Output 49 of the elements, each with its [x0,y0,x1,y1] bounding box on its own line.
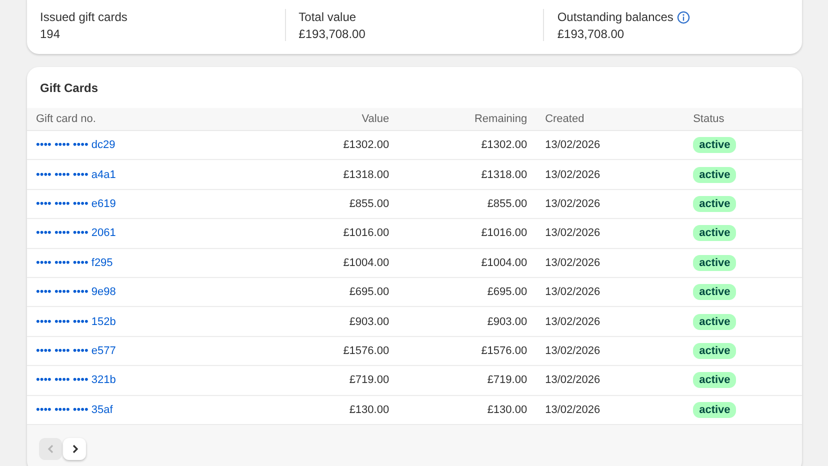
table-cell: £1004.00 [398,248,536,278]
gift-card-link[interactable]: •••• •••• •••• e619 [36,198,116,210]
table-cell: 13/02/2026 [536,218,684,248]
table-cell: £1016.00 [398,218,536,248]
table-cell: £903.00 [398,306,536,336]
stat-value: £193,708.00 [557,27,626,41]
gift-card-link[interactable]: •••• •••• •••• dc29 [36,139,116,152]
table-cell: 13/02/2026 [536,248,684,278]
next-page-button[interactable] [63,438,86,460]
status-badge: active [693,166,736,183]
column-header: Gift card no. [27,108,275,130]
info-icon[interactable] [677,10,690,24]
status-badge: active [693,196,736,212]
gift-card-link[interactable]: •••• •••• •••• 152b [36,316,116,328]
card-title: Gift Cards [27,67,802,108]
status-badge: active [693,254,736,271]
gift-card-link[interactable]: •••• •••• •••• 9e98 [36,286,116,298]
column-header: Status [684,108,802,130]
table-cell: 13/02/2026 [536,366,684,396]
status-badge: active [693,342,736,359]
table-cell: £719.00 [398,366,536,396]
stat-value: £193,708.00 [298,27,366,41]
status-badge: active [693,372,736,388]
gift-card-link[interactable]: •••• •••• •••• a4a1 [36,168,116,181]
stat-value: 194 [40,27,62,41]
table-cell: £719.00 [275,366,398,396]
gift-card-link[interactable]: •••• •••• •••• 35af [36,404,113,416]
table-cell: £1016.00 [275,218,398,248]
status-badge: active [693,284,736,300]
stat-label: Outstanding balances [557,10,674,24]
table-cell: £1004.00 [275,248,398,278]
table-cell: £130.00 [275,395,398,424]
table-cell: 13/02/2026 [536,395,684,424]
gift-card-link[interactable]: •••• •••• •••• e577 [36,344,116,357]
status-badge: active [693,137,736,154]
table-cell: £130.00 [398,395,536,424]
table-cell: 13/02/2026 [536,160,684,190]
table-cell: £1318.00 [275,160,398,190]
table-cell: £903.00 [275,306,398,336]
gift-card-link[interactable]: •••• •••• •••• 321b [36,374,116,386]
stat-label: Issued gift cards [40,10,128,24]
status-badge: active [693,225,736,242]
status-badge: active [693,402,736,418]
status-badge: active [693,314,736,330]
table-cell: £1318.00 [398,160,536,190]
gift-card-link[interactable]: •••• •••• •••• f295 [36,256,113,269]
table-cell: 13/02/2026 [536,306,684,336]
gift-card-link[interactable]: •••• •••• •••• 2061 [36,227,116,240]
stat-label: Total value [298,10,356,24]
